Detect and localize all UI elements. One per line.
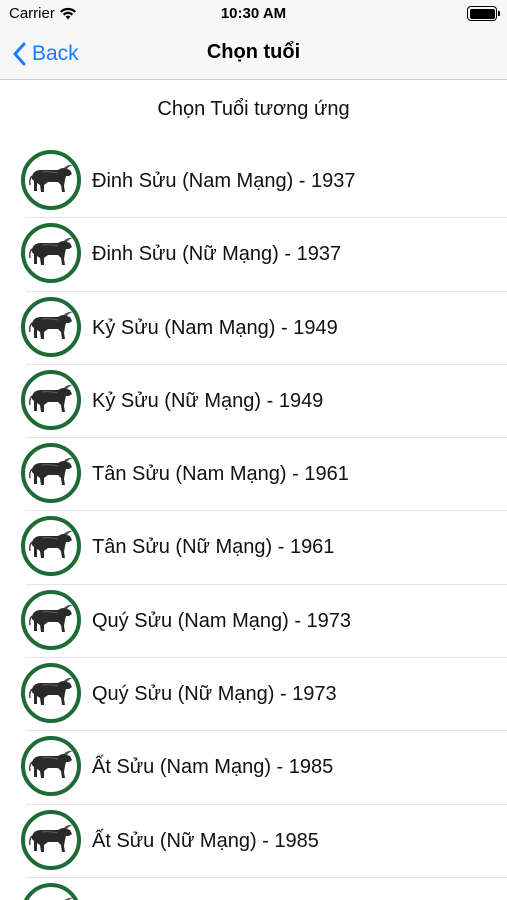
list-item-label: Tân Sửu (Nam Mạng) - 1961 xyxy=(92,463,349,486)
list-item[interactable]: Tân Sửu (Nữ Mạng) - 1961 xyxy=(0,511,507,585)
list-item-label: Ất Sửu (Nam Mạng) - 1985 xyxy=(92,756,334,779)
buffalo-icon xyxy=(21,516,81,577)
page-title: Chọn tuổi xyxy=(206,41,301,63)
buffalo-icon xyxy=(21,809,81,870)
list-item[interactable]: Quý Sửu (Nữ Mạng) - 1973 xyxy=(0,658,507,732)
buffalo-icon xyxy=(21,736,81,797)
list-item[interactable]: Ất Sửu (Nam Mạng) - 1985 xyxy=(0,731,507,805)
list-item-label: Tân Sửu (Nữ Mạng) - 1961 xyxy=(92,536,335,559)
list-item-label: Kỷ Sửu (Nam Mạng) - 1949 xyxy=(92,316,338,339)
navigation-bar: Back Chọn tuổi xyxy=(0,28,507,80)
list-item[interactable]: Kỷ Sửu (Nữ Mạng) - 1949 xyxy=(0,365,507,439)
buffalo-icon xyxy=(21,589,81,650)
list-item[interactable]: Ất Sửu (Nữ Mạng) - 1985 xyxy=(0,805,507,878)
buffalo-icon xyxy=(21,296,81,357)
list-item-label: Kỷ Sửu (Nữ Mạng) - 1949 xyxy=(92,389,324,412)
status-bar: Carrier 10:30 AM xyxy=(0,0,507,28)
status-time: 10:30 AM xyxy=(220,5,287,22)
list-item[interactable]: Kỷ Sửu (Nam Mạng) - 1949 xyxy=(0,292,507,365)
list-item-label: Ất Sửu (Nữ Mạng) - 1985 xyxy=(92,829,319,852)
list-item-label: Quý Sửu (Nữ Mạng) - 1973 xyxy=(92,683,337,706)
buffalo-icon xyxy=(21,223,81,284)
age-list: Đinh Sửu (Nam Mạng) - 1937 Đinh Sửu (Nữ … xyxy=(0,145,507,900)
buffalo-icon xyxy=(21,150,81,210)
battery-icon xyxy=(467,6,500,21)
list-item[interactable]: Đinh Sửu (Nam Mạng) - 1937 xyxy=(0,145,507,219)
buffalo-icon xyxy=(21,443,81,504)
buffalo-icon xyxy=(21,663,81,724)
list-item[interactable]: Tân Sửu (Nam Mạng) - 1961 xyxy=(0,438,507,512)
list-item[interactable] xyxy=(0,878,507,900)
list-item[interactable]: Quý Sửu (Nam Mạng) - 1973 xyxy=(0,585,507,659)
list-item-label: Quý Sửu (Nam Mạng) - 1973 xyxy=(92,609,352,632)
list-item-label: Đinh Sửu (Nam Mạng) - 1937 xyxy=(92,170,356,192)
section-header: Chọn Tuổi tương ứng xyxy=(157,98,350,120)
buffalo-icon xyxy=(21,882,81,900)
buffalo-icon xyxy=(21,369,81,430)
list-item-label: Đinh Sửu (Nữ Mạng) - 1937 xyxy=(92,243,342,266)
list-item[interactable]: Đinh Sửu (Nữ Mạng) - 1937 xyxy=(0,218,507,292)
